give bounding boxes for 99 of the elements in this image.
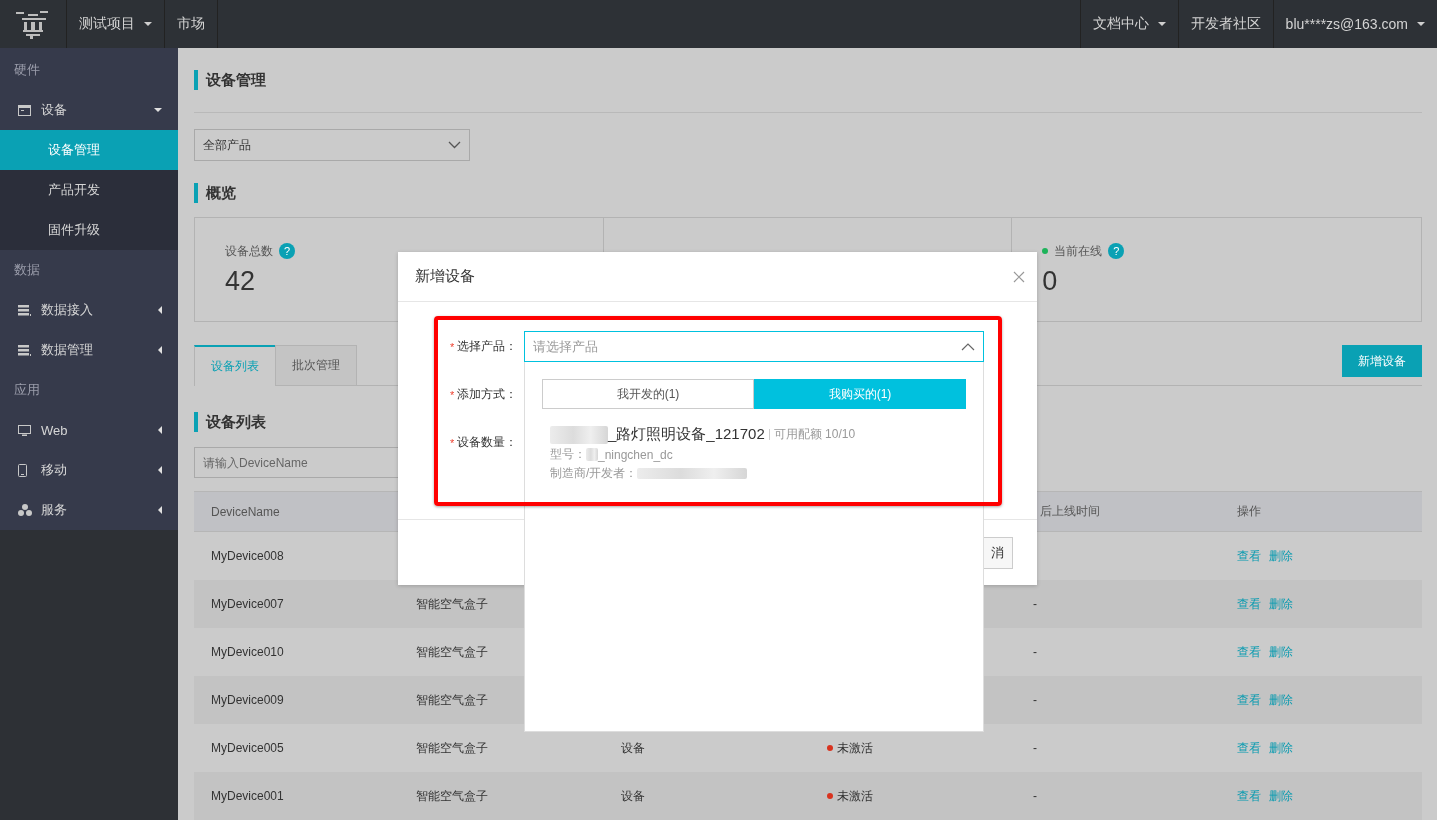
table-cell: 智能空气盒子 <box>416 644 488 659</box>
table-cell: MyDevice010 <box>211 645 284 659</box>
section-title: 概览 <box>194 183 236 203</box>
action-link[interactable]: 查看 <box>1237 596 1261 611</box>
stat-value: 0 <box>1042 266 1058 297</box>
table-cell: - <box>1033 741 1037 755</box>
sidebar-item[interactable]: 固件升级 <box>0 210 178 250</box>
stat-value: 42 <box>225 266 256 297</box>
stat-label: 设备总数 <box>225 242 273 260</box>
table-cell: MyDevice005 <box>211 741 284 755</box>
field-label: 选择产品： <box>457 338 518 355</box>
redacted-text <box>586 448 598 461</box>
caret-icon <box>158 466 162 474</box>
table-cell: - <box>1033 693 1037 707</box>
table-cell: - <box>1033 645 1037 659</box>
required-mark: * <box>450 340 455 353</box>
nav-menu[interactable]: 文档中心 <box>1079 0 1178 48</box>
section-title: 应用 <box>14 381 40 399</box>
table-cell: 设备 <box>621 788 645 803</box>
status-text: 未激活 <box>837 739 873 757</box>
table-cell: MyDevice009 <box>211 693 284 707</box>
caret-icon <box>158 346 162 354</box>
action-link[interactable]: 删除 <box>1269 740 1293 755</box>
sidebar-item[interactable]: 服务 <box>0 490 178 530</box>
product-name[interactable]: _路灯照明设备_121702 <box>608 425 765 444</box>
action-link[interactable]: 查看 <box>1237 740 1261 755</box>
action-link[interactable]: 查看 <box>1237 548 1261 563</box>
column-header: 操作 <box>1237 504 1261 518</box>
nav-menu[interactable]: blu****zs@163.com <box>1272 0 1437 48</box>
section-title: 数据 <box>14 261 40 279</box>
required-mark: * <box>450 388 455 401</box>
action-link[interactable]: 删除 <box>1269 788 1293 803</box>
tab[interactable]: 设备列表 <box>194 345 276 386</box>
segment-tab[interactable]: 我购买的(1) <box>754 379 966 409</box>
status-text: 未激活 <box>837 787 873 805</box>
sidebar-item[interactable]: 数据管理 <box>0 330 178 370</box>
field-label: 添加方式： <box>457 386 518 403</box>
page-title: 设备管理 <box>194 70 266 90</box>
sidebar-item[interactable]: 移动 <box>0 450 178 490</box>
add-device-button[interactable]: 新增设备 <box>1342 345 1422 377</box>
table-cell: MyDevice008 <box>211 549 284 563</box>
nav-menu[interactable]: 开发者社区 <box>1177 0 1273 48</box>
model-text: _ningchen_dc <box>598 447 673 462</box>
section-title: 设备列表 <box>194 412 266 432</box>
sidebar-item[interactable]: Web <box>0 410 178 450</box>
table-cell: 设备 <box>621 740 645 755</box>
sidebar-item[interactable]: 产品开发 <box>0 170 178 210</box>
model-label: 型号： <box>550 446 586 463</box>
search-field[interactable]: 请输入DeviceName <box>194 447 398 478</box>
table-cell: 智能空气盒子 <box>416 740 488 755</box>
product-select[interactable]: 全部产品 <box>194 129 470 161</box>
chevron-up-icon <box>961 342 975 351</box>
chevron-down-icon <box>448 141 461 149</box>
help-icon[interactable]: ? <box>1108 243 1125 259</box>
sidebar-item[interactable]: 设备 <box>0 90 178 130</box>
server-icon <box>18 344 31 356</box>
sidebar-item[interactable]: 设备管理 <box>0 130 178 170</box>
caret-icon <box>158 506 162 514</box>
stat-label: 当前在线 <box>1054 242 1103 260</box>
table-cell: MyDevice007 <box>211 597 284 611</box>
cluster-icon <box>18 504 32 516</box>
section-title: 硬件 <box>14 61 40 79</box>
table-cell: 智能空气盒子 <box>416 788 488 803</box>
action-link[interactable]: 查看 <box>1237 788 1261 803</box>
phone-icon <box>18 463 27 477</box>
window-icon <box>18 104 31 116</box>
help-icon[interactable]: ? <box>279 243 295 259</box>
caret-icon <box>158 306 162 314</box>
action-link[interactable]: 删除 <box>1269 692 1293 707</box>
action-link[interactable]: 删除 <box>1269 548 1293 563</box>
field-label: 设备数量： <box>457 434 518 451</box>
segment-tab[interactable]: 我开发的(1) <box>542 379 754 409</box>
sidebar-item[interactable]: 数据接入 <box>0 290 178 330</box>
action-link[interactable]: 删除 <box>1269 596 1293 611</box>
caret-icon <box>158 426 162 434</box>
action-link[interactable]: 查看 <box>1237 644 1261 659</box>
dialog-title: 新增设备 <box>415 267 475 286</box>
monitor-icon <box>18 424 31 436</box>
product-select[interactable]: 请选择产品 <box>524 331 984 362</box>
action-link[interactable]: 删除 <box>1269 644 1293 659</box>
column-header: DeviceName <box>211 504 280 519</box>
caret-icon <box>1417 22 1425 26</box>
table-cell: - <box>1033 789 1037 803</box>
caret-icon <box>154 108 162 112</box>
quota-text: 可用配额 10/10 <box>768 429 856 440</box>
table-cell: - <box>1033 597 1037 611</box>
action-link[interactable]: 查看 <box>1237 692 1261 707</box>
caret-icon <box>1157 22 1166 26</box>
table-cell: 智能空气盒子 <box>416 596 488 611</box>
redacted-text <box>550 425 608 444</box>
table-cell: 智能空气盒子 <box>416 692 488 707</box>
required-mark: * <box>450 436 455 449</box>
column-header: 后上线时间 <box>1040 504 1100 518</box>
server-icon <box>18 304 31 316</box>
close-icon[interactable] <box>1013 270 1025 283</box>
tab[interactable]: 批次管理 <box>275 345 357 385</box>
table-cell: MyDevice001 <box>211 789 284 803</box>
vendor-label: 制造商/开发者： <box>550 465 638 482</box>
caret-icon <box>144 22 152 26</box>
